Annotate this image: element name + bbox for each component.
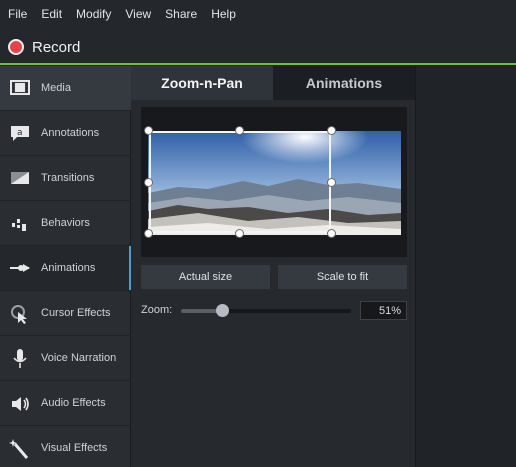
menu-modify[interactable]: Modify [76,7,111,21]
sidebar-item-label: Behaviors [41,217,90,229]
zoom-frame[interactable] [149,131,331,233]
resize-handle-top-left[interactable] [144,126,153,135]
menu-bar: File Edit Modify View Share Help [0,0,516,28]
magic-wand-icon [9,438,33,460]
scale-to-fit-button[interactable]: Scale to fit [278,265,407,289]
resize-handle-bottom-right[interactable] [327,229,336,238]
sidebar-item-voice-narration[interactable]: Voice Narration [0,336,131,380]
sidebar-item-label: Media [41,82,71,94]
menu-help[interactable]: Help [211,7,236,21]
record-label: Record [32,38,81,56]
resize-handle-bottom-left[interactable] [144,229,153,238]
actual-size-button[interactable]: Actual size [141,265,270,289]
tools-sidebar: Media a Annotations Transitions Behavior… [0,66,131,467]
resize-handle-left[interactable] [144,178,153,187]
zoom-value-field[interactable]: 51% [360,301,407,320]
menu-file[interactable]: File [8,7,27,21]
speaker-icon [9,393,33,415]
microphone-icon [9,348,33,370]
film-icon [9,78,33,100]
menu-edit[interactable]: Edit [41,7,62,21]
resize-handle-top-right[interactable] [327,126,336,135]
sidebar-item-label: Cursor Effects [41,307,111,319]
sidebar-item-media[interactable]: Media [0,66,131,110]
zoom-pan-panel: Zoom-n-Pan Animations Actual size Scale … [131,66,415,467]
svg-text:a: a [17,128,23,138]
tab-animations[interactable]: Animations [273,66,415,100]
right-pane [415,66,516,467]
sidebar-item-animations[interactable]: Animations [0,246,131,290]
sidebar-item-transitions[interactable]: Transitions [0,156,131,200]
resize-handle-bottom[interactable] [235,229,244,238]
sidebar-item-audio-effects[interactable]: Audio Effects [0,381,131,425]
behaviors-icon [9,213,33,235]
sidebar-item-label: Visual Effects [41,442,108,454]
panel-tabs: Zoom-n-Pan Animations [131,66,415,100]
sidebar-item-cursor-effects[interactable]: Cursor Effects [0,291,131,335]
menu-view[interactable]: View [125,7,151,21]
sidebar-item-label: Audio Effects [41,397,106,409]
menu-share[interactable]: Share [165,7,197,21]
zoom-label: Zoom: [141,304,173,316]
zoom-slider-thumb[interactable] [215,304,229,317]
sidebar-item-behaviors[interactable]: Behaviors [0,201,131,245]
resize-handle-right[interactable] [327,178,336,187]
tab-zoom-n-pan[interactable]: Zoom-n-Pan [131,66,273,100]
cursor-icon [9,303,33,325]
transition-icon [9,168,33,190]
record-button[interactable]: Record [8,37,80,57]
annotation-icon: a [9,123,33,145]
sidebar-item-label: Voice Narration [41,352,117,364]
sidebar-item-annotations[interactable]: a Annotations [0,111,131,155]
record-icon [8,39,24,55]
sidebar-item-label: Transitions [41,172,95,184]
sidebar-item-visual-effects[interactable]: Visual Effects [0,426,131,467]
sidebar-item-label: Annotations [41,127,100,139]
resize-handle-top[interactable] [235,126,244,135]
record-bar: Record [0,28,516,65]
animation-arrow-icon [9,258,33,280]
sidebar-item-label: Animations [41,262,96,274]
